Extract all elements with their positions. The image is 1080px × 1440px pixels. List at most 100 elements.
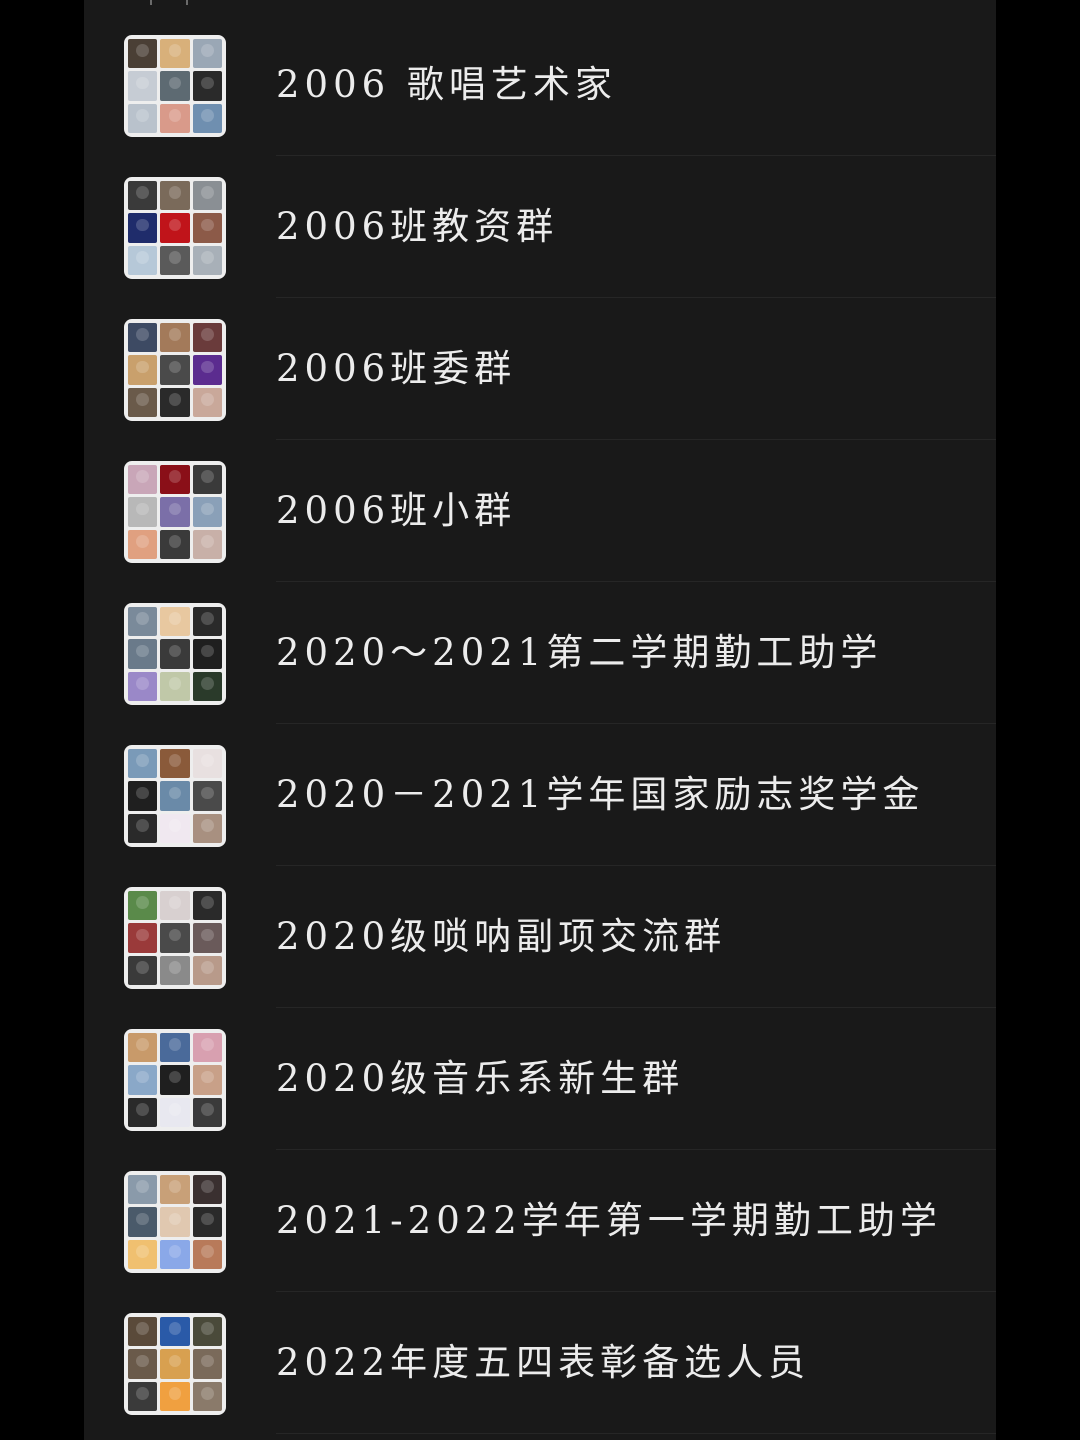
group-name: 2020级唢呐副项交流群	[276, 915, 727, 958]
member-avatar-thumbnail	[128, 465, 158, 495]
group-list-item[interactable]: 2022年度五四表彰备选人员	[84, 1292, 996, 1434]
member-avatar-thumbnail	[128, 213, 158, 243]
group-list-panel: 2006 歌唱艺术家 2006班教资群 2006班委群 2006班小群 2020～202…	[84, 0, 996, 1440]
member-avatar-thumbnail	[160, 323, 190, 353]
group-list: 2006 歌唱艺术家 2006班教资群 2006班委群 2006班小群 2020～202…	[84, 14, 996, 1434]
group-avatar	[124, 887, 226, 989]
group-avatar	[124, 319, 226, 421]
group-name: 2020级音乐系新生群	[276, 1057, 685, 1100]
member-avatar-thumbnail	[160, 813, 190, 843]
group-list-item[interactable]: 2020级音乐系新生群	[84, 1008, 996, 1150]
group-list-item[interactable]: 2020级唢呐副项交流群	[84, 866, 996, 1008]
member-avatar-thumbnail	[160, 1033, 190, 1063]
group-avatar	[124, 1171, 226, 1273]
member-avatar-thumbnail	[192, 607, 222, 637]
member-avatar-thumbnail	[192, 639, 222, 669]
member-avatar-thumbnail	[192, 181, 222, 211]
member-avatar-thumbnail	[128, 749, 158, 779]
member-avatar-thumbnail	[128, 71, 158, 101]
group-name: 2021-2022学年第一学期勤工助学	[276, 1199, 942, 1242]
group-list-item[interactable]: 2006班小群	[84, 440, 996, 582]
member-avatar-thumbnail	[160, 39, 190, 69]
member-avatar-thumbnail	[160, 1065, 190, 1095]
member-avatar-thumbnail	[128, 955, 158, 985]
member-avatar-thumbnail	[128, 181, 158, 211]
member-avatar-thumbnail	[192, 1239, 222, 1269]
group-avatar	[124, 461, 226, 563]
member-avatar-thumbnail	[128, 529, 158, 559]
member-avatar-thumbnail	[128, 781, 158, 811]
member-avatar-thumbnail	[192, 671, 222, 701]
group-list-item[interactable]: 2006 歌唱艺术家	[84, 14, 996, 156]
member-avatar-thumbnail	[192, 1175, 222, 1205]
member-avatar-thumbnail	[128, 607, 158, 637]
screen: 2006 歌唱艺术家 2006班教资群 2006班委群 2006班小群 2020～202…	[0, 0, 1080, 1440]
member-avatar-thumbnail	[160, 71, 190, 101]
member-avatar-thumbnail	[192, 1349, 222, 1379]
member-avatar-thumbnail	[192, 1207, 222, 1237]
group-list-item[interactable]: 2021-2022学年第一学期勤工助学	[84, 1150, 996, 1292]
member-avatar-thumbnail	[160, 607, 190, 637]
member-avatar-thumbnail	[128, 891, 158, 921]
group-avatar	[124, 1313, 226, 1415]
member-avatar-thumbnail	[128, 1033, 158, 1063]
member-avatar-thumbnail	[160, 923, 190, 953]
group-list-item[interactable]: 2020－2021学年国家励志奖学金	[84, 724, 996, 866]
member-avatar-thumbnail	[192, 1381, 222, 1411]
member-avatar-thumbnail	[192, 465, 222, 495]
member-avatar-thumbnail	[128, 813, 158, 843]
member-avatar-thumbnail	[160, 181, 190, 211]
member-avatar-thumbnail	[160, 1317, 190, 1347]
member-avatar-thumbnail	[128, 1065, 158, 1095]
member-avatar-thumbnail	[128, 1381, 158, 1411]
group-list-item[interactable]: 2020～2021第二学期勤工助学	[84, 582, 996, 724]
group-avatar	[124, 35, 226, 137]
member-avatar-thumbnail	[192, 1317, 222, 1347]
member-avatar-thumbnail	[192, 891, 222, 921]
member-avatar-thumbnail	[160, 1381, 190, 1411]
member-avatar-thumbnail	[192, 923, 222, 953]
member-avatar-thumbnail	[128, 323, 158, 353]
group-list-item[interactable]: 2006班教资群	[84, 156, 996, 298]
member-avatar-thumbnail	[128, 355, 158, 385]
cutoff-mark	[186, 0, 188, 5]
member-avatar-thumbnail	[128, 39, 158, 69]
group-avatar	[124, 1029, 226, 1131]
group-name: 2006 歌唱艺术家	[276, 63, 617, 106]
member-avatar-thumbnail	[192, 529, 222, 559]
member-avatar-thumbnail	[160, 387, 190, 417]
group-name: 2006班委群	[276, 347, 517, 390]
member-avatar-thumbnail	[128, 1349, 158, 1379]
group-avatar	[124, 745, 226, 847]
member-avatar-thumbnail	[128, 1175, 158, 1205]
member-avatar-thumbnail	[160, 955, 190, 985]
member-avatar-thumbnail	[160, 529, 190, 559]
member-avatar-thumbnail	[160, 245, 190, 275]
group-avatar	[124, 177, 226, 279]
member-avatar-thumbnail	[192, 749, 222, 779]
member-avatar-thumbnail	[160, 1175, 190, 1205]
member-avatar-thumbnail	[192, 39, 222, 69]
member-avatar-thumbnail	[128, 497, 158, 527]
member-avatar-thumbnail	[192, 387, 222, 417]
member-avatar-thumbnail	[160, 103, 190, 133]
previous-row-fragment	[84, 0, 996, 14]
member-avatar-thumbnail	[128, 639, 158, 669]
member-avatar-thumbnail	[192, 1065, 222, 1095]
member-avatar-thumbnail	[128, 923, 158, 953]
member-avatar-thumbnail	[160, 639, 190, 669]
member-avatar-thumbnail	[160, 355, 190, 385]
member-avatar-thumbnail	[160, 465, 190, 495]
member-avatar-thumbnail	[160, 1207, 190, 1237]
member-avatar-thumbnail	[192, 955, 222, 985]
member-avatar-thumbnail	[160, 749, 190, 779]
group-name: 2006班教资群	[276, 205, 559, 248]
member-avatar-thumbnail	[192, 103, 222, 133]
member-avatar-thumbnail	[160, 1349, 190, 1379]
group-list-item[interactable]: 2006班委群	[84, 298, 996, 440]
member-avatar-thumbnail	[192, 813, 222, 843]
cutoff-mark	[150, 0, 152, 5]
group-avatar	[124, 603, 226, 705]
member-avatar-thumbnail	[192, 1033, 222, 1063]
member-avatar-thumbnail	[192, 213, 222, 243]
